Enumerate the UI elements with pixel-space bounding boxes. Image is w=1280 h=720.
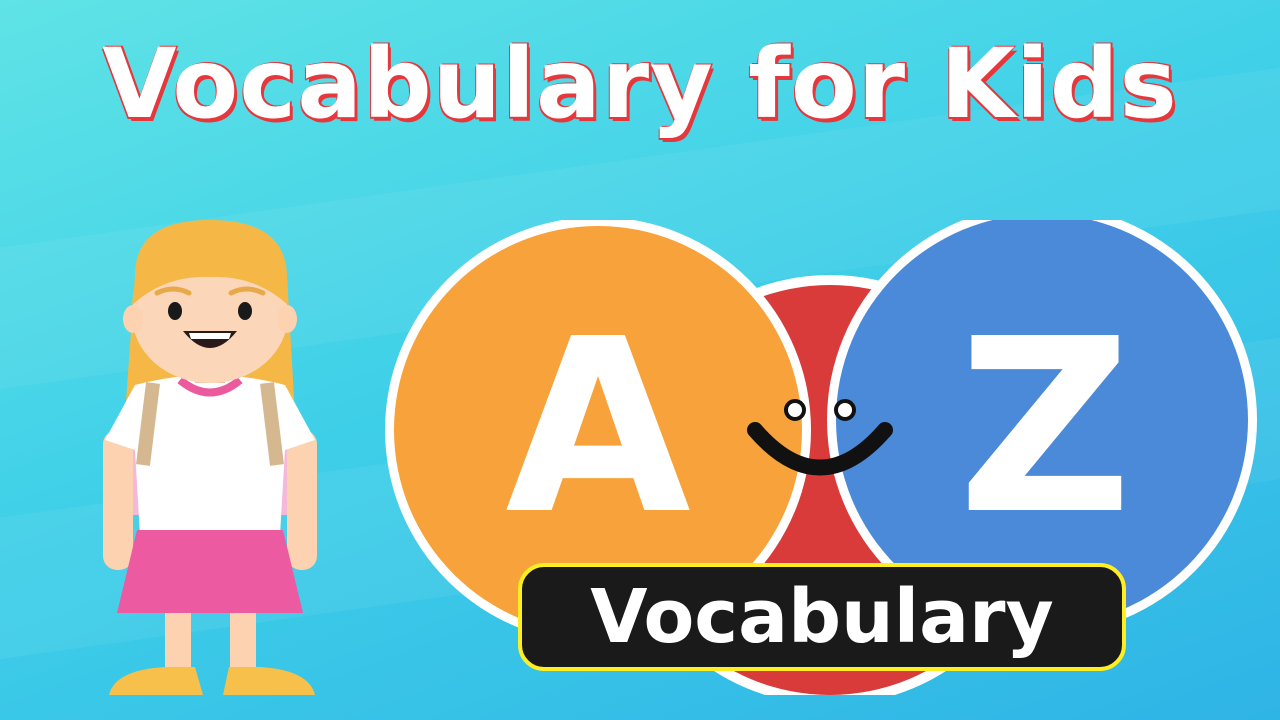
vocabulary-badge: Vocabulary [518, 563, 1126, 671]
strap-left [136, 382, 160, 466]
right-leg [230, 613, 256, 673]
eye-right [238, 302, 252, 320]
skirt [117, 530, 303, 613]
right-shoe [223, 667, 315, 695]
left-shoe [109, 667, 203, 695]
letter-a: A [505, 287, 691, 567]
teeth [189, 333, 231, 339]
left-arm [103, 430, 133, 570]
ear-left [123, 305, 143, 333]
vocabulary-badge-label: Vocabulary [590, 574, 1054, 660]
eye-left [168, 302, 182, 320]
thumbnail: Vocabulary for Kids A Z Vocabulary [0, 0, 1280, 720]
girl-illustration [103, 220, 317, 695]
smiley-eye-left [784, 399, 806, 421]
smiley-eye-right [834, 399, 856, 421]
ear-right [277, 305, 297, 333]
left-leg [165, 613, 191, 673]
strap-right [260, 382, 284, 466]
page-title: Vocabulary for Kids [102, 28, 1178, 140]
letter-z: Z [958, 287, 1132, 567]
right-arm [287, 430, 317, 570]
